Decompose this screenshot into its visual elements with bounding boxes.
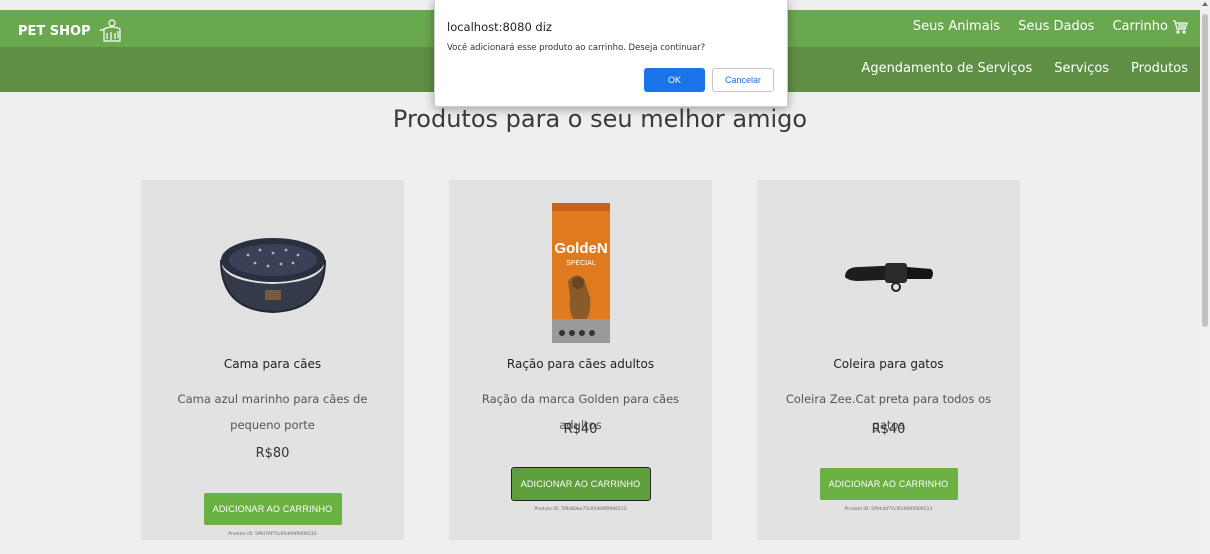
product-price: R$40 (563, 422, 598, 437)
pet-bed-image (141, 200, 404, 350)
product-card: Coleira para gatos Coleira Zee.Cat preta… (757, 180, 1020, 540)
brand-logo[interactable]: PET SHOP (18, 19, 127, 43)
product-id: Produto ID: 5f9dcbf75c95d09f0906513 (844, 507, 933, 512)
add-to-cart-button[interactable]: ADICIONAR AO CARRINHO (510, 467, 651, 501)
nav-produtos[interactable]: Produtos (1131, 61, 1188, 76)
brand-name: PET SHOP (18, 23, 91, 39)
product-id: Produto ID: 5f9d80be75c95d09f0906512 (534, 507, 627, 512)
product-card: Cama para cães Cama azul marinho para cã… (141, 180, 404, 540)
scrollbar-thumb[interactable] (1202, 14, 1208, 327)
add-to-cart-button[interactable]: ADICIONAR AO CARRINHO (819, 468, 958, 500)
sub-nav: Agendamento de Serviços Serviços Produto… (861, 61, 1188, 76)
bag-brand-text: GoldeN (554, 240, 607, 257)
pet-grooming-icon (99, 19, 121, 42)
dialog-origin: localhost:8080 diz (447, 20, 552, 34)
bag-line-text: SPECIAL (566, 260, 596, 267)
nav-agendamento[interactable]: Agendamento de Serviços (861, 61, 1032, 76)
confirm-dialog: localhost:8080 diz Você adicionará esse … (434, 0, 788, 107)
ok-button[interactable]: OK (644, 68, 705, 92)
nav-carrinho[interactable]: Carrinho (1112, 19, 1188, 34)
cat-collar-image (757, 200, 1020, 350)
product-name: Coleira para gatos (833, 357, 944, 371)
product-id: Produto ID: 5f9d76f75c95d09f0906510 (228, 532, 317, 537)
product-name: Cama para cães (223, 357, 322, 371)
page-scrollbar[interactable] (1200, 0, 1210, 554)
product-card: GoldeN SPECIAL Ração para cães adultos R… (449, 180, 712, 540)
product-price: R$80 (255, 446, 290, 461)
add-to-cart-button[interactable]: ADICIONAR AO CARRINHO (203, 493, 342, 525)
nav-carrinho-label: Carrinho (1112, 19, 1168, 34)
page-title: Produtos para o seu melhor amigo (392, 105, 808, 133)
scroll-up-arrow-icon[interactable] (1202, 2, 1208, 6)
nav-seus-dados[interactable]: Seus Dados (1018, 19, 1094, 34)
product-description: Cama azul marinho para cães de pequeno p… (177, 392, 368, 432)
nav-seus-animais[interactable]: Seus Animais (913, 19, 1000, 34)
dog-food-bag-image: GoldeN SPECIAL (449, 198, 712, 348)
dialog-message: Você adicionará esse produto ao carrinho… (447, 43, 706, 53)
nav-servicos[interactable]: Serviços (1054, 61, 1109, 76)
cancel-button[interactable]: Cancelar (712, 68, 774, 92)
product-price: R$40 (871, 422, 906, 437)
product-name: Ração para cães adultos (506, 357, 655, 371)
shopping-cart-icon (1173, 19, 1188, 34)
top-nav: Seus Animais Seus Dados Carrinho (913, 19, 1188, 34)
